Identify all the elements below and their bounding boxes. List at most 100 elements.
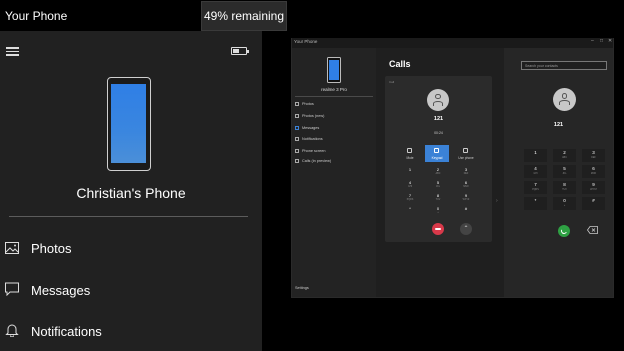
inner-title-bar — [292, 38, 613, 48]
phone-name: Christian's Phone — [76, 185, 186, 201]
dial-keypad-key[interactable]: 7 PQRS — [524, 181, 547, 194]
hamburger-menu-icon[interactable] — [6, 47, 19, 56]
dial-keypad-key[interactable]: 3 DEF — [582, 149, 605, 162]
inner-sidebar-item-calls[interactable]: Calls (in preview) — [295, 159, 331, 163]
nav-label: Messages — [31, 282, 91, 298]
inner-sidebar-item-photos[interactable]: Photos — [295, 102, 314, 106]
key-letters: TUV — [435, 199, 441, 201]
call-keypad-key[interactable]: 8 TUV — [431, 193, 445, 203]
dial-keypad-key[interactable]: 0 + — [553, 197, 576, 210]
key-letters: MNO — [463, 186, 469, 188]
dial-keypad-key[interactable]: 4 GHI — [524, 165, 547, 178]
calls-title: Calls — [389, 59, 411, 69]
inner-phone-name: realme 3 Pro — [321, 87, 347, 92]
photos-icon — [5, 242, 19, 254]
key-letters: WXYZ — [590, 189, 597, 191]
inner-sidebar — [292, 48, 376, 297]
key-digit: 7 — [534, 182, 537, 187]
key-letters: + — [437, 212, 439, 214]
collapse-button[interactable]: ⌃ — [460, 223, 472, 235]
caller-avatar — [427, 89, 449, 111]
call-card-label: Call — [389, 80, 395, 84]
battery-icon[interactable] — [231, 47, 249, 55]
inner-settings-link[interactable]: Settings — [295, 286, 309, 290]
inner-sidebar-item-messages[interactable]: Messages — [295, 126, 319, 130]
key-letters: GHI — [407, 186, 413, 188]
inner-divider — [295, 96, 373, 97]
key-digit: 8 — [436, 193, 440, 198]
call-keypad-key[interactable]: 1 — [403, 167, 417, 177]
key-digit: 1 — [534, 150, 537, 155]
dial-keypad-key[interactable]: 1 — [524, 149, 547, 162]
nav-item-notifications[interactable]: Notifications — [0, 318, 262, 344]
search-contacts-input[interactable]: Search your contacts — [521, 61, 607, 70]
key-letters: + — [563, 205, 566, 207]
inner-sidebar-item-notifications[interactable]: Notifications — [295, 137, 323, 141]
key-digit: 3 — [592, 150, 595, 155]
call-keypad-key[interactable]: * — [403, 206, 417, 216]
call-keypad-key[interactable]: 2 ABC — [431, 167, 445, 177]
key-letters: ABC — [435, 173, 441, 175]
dial-keypad-key[interactable]: 9 WXYZ — [582, 181, 605, 194]
messages-icon — [5, 282, 19, 296]
inner-sidebar-item-photos-new[interactable]: Photos (new) — [295, 114, 324, 118]
call-keypad-key[interactable]: 7 PQRS — [403, 193, 417, 203]
use-phone-button[interactable]: Use phone — [454, 145, 478, 162]
call-button[interactable] — [558, 225, 570, 237]
dial-number-display: 121 — [553, 122, 564, 128]
call-keypad-key[interactable]: 0 + — [431, 206, 445, 216]
key-digit: 6 — [464, 180, 468, 185]
call-keypad-key[interactable]: 3 DEF — [459, 167, 473, 177]
call-keypad-key[interactable]: 9 WXYZ — [459, 193, 473, 203]
minimize-button[interactable]: – — [591, 38, 594, 44]
nav-item-messages[interactable]: Messages — [0, 277, 262, 303]
dial-keypad-key[interactable]: 2 ABC — [553, 149, 576, 162]
key-digit: 4 — [534, 166, 537, 171]
key-letters: WXYZ — [462, 199, 470, 201]
key-digit: 9 — [592, 182, 595, 187]
call-keypad-key[interactable]: 5 JKL — [431, 180, 445, 190]
mute-button[interactable]: Mute — [398, 145, 422, 162]
dial-contact-avatar — [553, 88, 576, 111]
inner-sidebar-item-phone-screen[interactable]: Phone screen — [295, 149, 325, 153]
key-letters: JKL — [436, 186, 440, 188]
app-title: Your Phone — [5, 9, 68, 23]
key-digit: 1 — [408, 167, 412, 172]
call-keypad-key[interactable]: 4 GHI — [403, 180, 417, 190]
call-keypad-key[interactable]: 6 MNO — [459, 180, 473, 190]
key-digit: 2 — [436, 167, 440, 172]
call-timer: 00:24 — [434, 131, 443, 135]
close-button[interactable]: ✕ — [608, 38, 612, 44]
key-letters: DEF — [463, 173, 469, 175]
caret-icon: › — [496, 198, 498, 204]
keypad-button[interactable]: Keypad — [425, 145, 449, 162]
dial-keypad-key[interactable]: 6 MNO — [582, 165, 605, 178]
key-digit: 6 — [592, 166, 595, 171]
key-digit: 0 — [563, 198, 566, 203]
nav-item-photos[interactable]: Photos — [0, 235, 262, 261]
key-letters: JKL — [562, 173, 567, 175]
key-digit: 0 — [436, 206, 440, 211]
inner-app-title: Your Phone — [294, 39, 318, 44]
key-digit: * — [409, 206, 411, 211]
key-digit: 4 — [408, 180, 412, 185]
dial-keypad-key[interactable]: * — [524, 197, 547, 210]
end-call-button[interactable] — [432, 223, 444, 235]
call-keypad-key[interactable]: # — [459, 206, 473, 216]
battery-tooltip: 49% remaining — [201, 1, 287, 31]
battery-level-fill — [233, 49, 239, 53]
dial-keypad-key[interactable]: # — [582, 197, 605, 210]
key-digit: 5 — [563, 166, 566, 171]
backspace-icon[interactable] — [587, 226, 598, 234]
dial-keypad-key[interactable]: 5 JKL — [553, 165, 576, 178]
key-letters: MNO — [590, 173, 597, 175]
nav-label: Photos — [31, 240, 72, 256]
key-digit: * — [534, 198, 537, 203]
key-digit: 2 — [563, 150, 566, 155]
key-digit: # — [464, 206, 468, 211]
phone-image — [107, 77, 151, 171]
key-letters: DEF — [591, 157, 596, 159]
maximize-button[interactable]: □ — [600, 38, 603, 44]
dial-keypad-key[interactable]: 8 TUV — [553, 181, 576, 194]
bell-icon — [5, 324, 19, 337]
